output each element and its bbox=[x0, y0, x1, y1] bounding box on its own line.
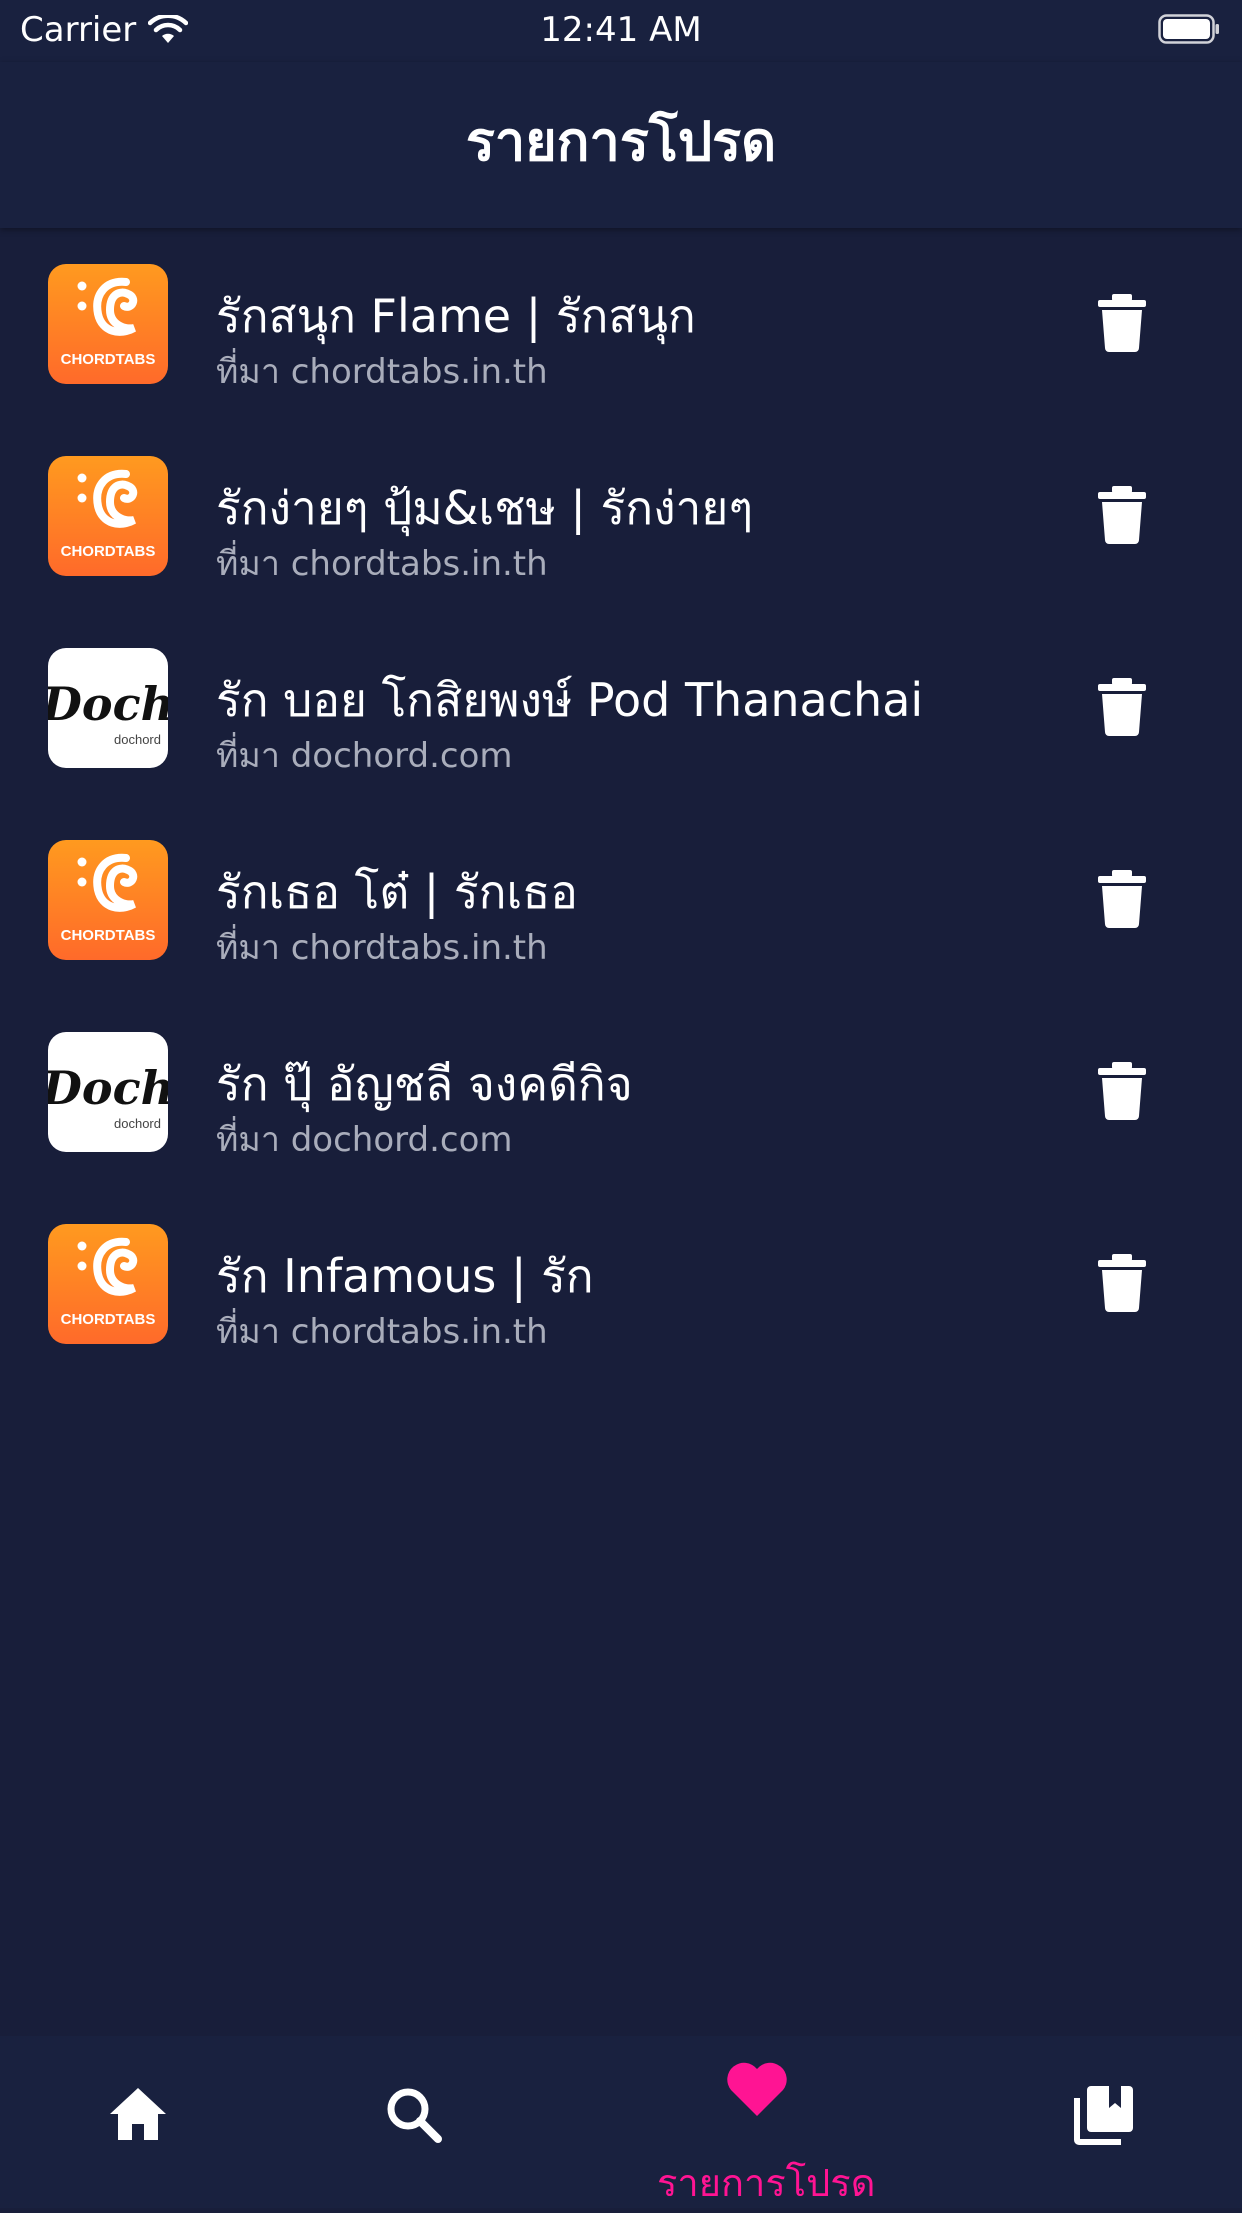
list-item[interactable]: CHORDTABS รัก Infamous | รัก ที่มา chord… bbox=[0, 1188, 1242, 1380]
page-title: รายการโปรด bbox=[465, 110, 777, 173]
chordtabs-logo: CHORDTABS bbox=[48, 1224, 168, 1344]
list-item[interactable]: Dochord dochord รัก ปุ๊ อัญชลี จงคดีกิจ … bbox=[0, 996, 1242, 1188]
song-title: รักสนุก Flame | รักสนุก bbox=[216, 289, 696, 343]
tab-bar: รายการโปรด bbox=[0, 2036, 1242, 2208]
tab-home[interactable] bbox=[38, 2036, 238, 2208]
song-title: รักเธอ โต๋ | รักเธอ bbox=[216, 865, 578, 919]
list-item[interactable]: CHORDTABS รักง่ายๆ ปุ้ม&เชษ | รักง่ายๆ ท… bbox=[0, 420, 1242, 612]
song-title: รักง่ายๆ ปุ้ม&เชษ | รักง่ายๆ bbox=[216, 481, 754, 535]
dochord-logo-text: Dochord bbox=[48, 677, 168, 731]
trash-icon[interactable] bbox=[1098, 1062, 1146, 1120]
chordtabs-logo: CHORDTABS bbox=[48, 456, 168, 576]
status-bar: Carrier 12:41 AM bbox=[0, 0, 1242, 62]
favorites-list: CHORDTABS รักสนุก Flame | รักสนุก ที่มา … bbox=[0, 228, 1242, 1380]
trash-icon[interactable] bbox=[1098, 678, 1146, 736]
chordtabs-logo-text: CHORDTABS bbox=[61, 351, 156, 368]
dochord-logo: Dochord dochord bbox=[48, 1032, 168, 1152]
song-title: รัก บอย โกสิยพงษ์ Pod Thanachai bbox=[216, 673, 924, 727]
dochord-logo-subtext: dochord bbox=[114, 732, 161, 747]
song-source: ที่มา chordtabs.in.th bbox=[216, 1312, 548, 1352]
chordtabs-logo-text: CHORDTABS bbox=[61, 1311, 156, 1328]
list-item[interactable]: CHORDTABS รักเธอ โต๋ | รักเธอ ที่มา chor… bbox=[0, 804, 1242, 996]
status-time: 12:41 AM bbox=[540, 10, 702, 50]
search-icon bbox=[387, 2088, 442, 2143]
trash-icon[interactable] bbox=[1098, 486, 1146, 544]
list-item[interactable]: CHORDTABS รักสนุก Flame | รักสนุก ที่มา … bbox=[0, 228, 1242, 420]
tab-search[interactable] bbox=[313, 2036, 513, 2208]
chordtabs-logo-text: CHORDTABS bbox=[61, 927, 156, 944]
song-source: ที่มา chordtabs.in.th bbox=[216, 352, 548, 392]
song-source: ที่มา chordtabs.in.th bbox=[216, 544, 548, 584]
tab-favorites[interactable]: รายการโปรด bbox=[657, 2036, 875, 2208]
chordtabs-logo: CHORDTABS bbox=[48, 264, 168, 384]
song-source: ที่มา dochord.com bbox=[216, 1120, 513, 1160]
heart-icon bbox=[727, 2062, 787, 2116]
chordtabs-logo: CHORDTABS bbox=[48, 840, 168, 960]
dochord-logo: Dochord dochord bbox=[48, 648, 168, 768]
song-title: รัก ปุ๊ อัญชลี จงคดีกิจ bbox=[216, 1057, 633, 1111]
library-icon bbox=[1074, 2086, 1133, 2145]
trash-icon[interactable] bbox=[1098, 870, 1146, 928]
song-source: ที่มา chordtabs.in.th bbox=[216, 928, 548, 968]
list-item[interactable]: Dochord dochord รัก บอย โกสิยพงษ์ Pod Th… bbox=[0, 612, 1242, 804]
chordtabs-logo-text: CHORDTABS bbox=[61, 543, 156, 560]
tab-library[interactable] bbox=[1005, 2036, 1205, 2208]
nav-header: รายการโปรด bbox=[0, 62, 1242, 228]
dochord-logo-text: Dochord bbox=[48, 1061, 168, 1115]
dochord-logo-subtext: dochord bbox=[114, 1116, 161, 1131]
trash-icon[interactable] bbox=[1098, 1254, 1146, 1312]
home-icon bbox=[110, 2088, 166, 2140]
battery-icon bbox=[1158, 14, 1219, 44]
trash-icon[interactable] bbox=[1098, 294, 1146, 352]
song-source: ที่มา dochord.com bbox=[216, 736, 513, 776]
song-title: รัก Infamous | รัก bbox=[216, 1249, 594, 1303]
tab-favorites-label: รายการโปรด bbox=[657, 2161, 876, 2205]
